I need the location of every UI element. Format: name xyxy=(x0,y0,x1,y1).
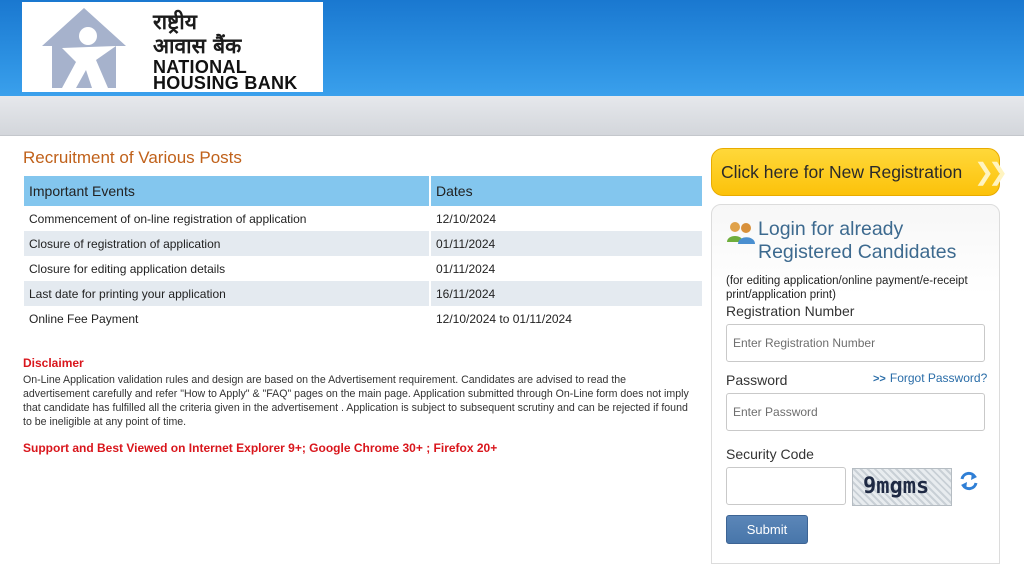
important-events-table: Important Events Dates Commencement of o… xyxy=(24,176,702,331)
event-cell: Last date for printing your application xyxy=(24,281,431,306)
table-row: Closure of registration of application 0… xyxy=(24,231,702,256)
captcha-image: 9mgms xyxy=(852,468,952,506)
new-registration-label: Click here for New Registration xyxy=(721,162,963,182)
disclaimer-title: Disclaimer xyxy=(23,356,84,370)
password-label: Password xyxy=(726,372,788,388)
date-cell: 12/10/2024 xyxy=(430,206,702,231)
double-chevron-right-icon: ❯❯ xyxy=(974,159,1008,186)
column-header-dates: Dates xyxy=(430,176,702,206)
site-header: राष्ट्रीय आवास बैंक NATIONAL HOUSING BAN… xyxy=(0,0,1024,96)
date-cell: 12/10/2024 to 01/11/2024 xyxy=(430,306,702,331)
table-row: Online Fee Payment 12/10/2024 to 01/11/2… xyxy=(24,306,702,331)
column-header-events: Important Events xyxy=(24,176,431,206)
nav-bar xyxy=(0,96,1024,136)
event-cell: Closure for editing application details xyxy=(24,256,431,281)
logo-english-line2: HOUSING BANK xyxy=(153,73,298,93)
refresh-icon[interactable] xyxy=(958,470,980,492)
users-icon xyxy=(727,222,755,244)
event-cell: Online Fee Payment xyxy=(24,306,431,331)
browser-support-note: Support and Best Viewed on Internet Expl… xyxy=(23,441,498,455)
table-row: Closure for editing application details … xyxy=(24,256,702,281)
password-input[interactable] xyxy=(726,393,985,431)
login-note: (for editing application/online payment/… xyxy=(726,275,968,301)
login-heading-line1: Login for already xyxy=(758,218,904,240)
forgot-password-link[interactable]: >> Forgot Password? xyxy=(873,371,987,385)
double-chevron-right-icon: >> xyxy=(873,373,886,385)
forgot-password-label: Forgot Password? xyxy=(889,371,988,385)
disclaimer-text: On-Line Application validation rules and… xyxy=(23,374,689,428)
security-code-label: Security Code xyxy=(726,446,814,462)
logo-hindi-line2: आवास बैंक xyxy=(153,34,242,58)
date-cell: 01/11/2024 xyxy=(430,256,702,281)
event-cell: Closure of registration of application xyxy=(24,231,431,256)
event-cell: Commencement of on-line registration of … xyxy=(24,206,431,231)
nhb-logo[interactable]: राष्ट्रीय आवास बैंक NATIONAL HOUSING BAN… xyxy=(22,2,323,93)
table-row: Commencement of on-line registration of … xyxy=(24,206,702,231)
login-heading-line2: Registered Candidates xyxy=(758,241,957,263)
registration-number-input[interactable] xyxy=(726,324,985,362)
date-cell: 01/11/2024 xyxy=(430,231,702,256)
new-registration-button[interactable]: Click here for New Registration ❯❯ xyxy=(711,148,1008,196)
submit-button[interactable]: Submit xyxy=(726,515,808,544)
page-title: Recruitment of Various Posts xyxy=(23,148,242,167)
table-header-row: Important Events Dates xyxy=(24,176,702,206)
table-row: Last date for printing your application … xyxy=(24,281,702,306)
date-cell: 16/11/2024 xyxy=(430,281,702,306)
security-code-input[interactable] xyxy=(726,467,846,505)
registration-number-label: Registration Number xyxy=(726,303,855,319)
captcha-text: 9mgms xyxy=(863,474,930,499)
house-person-logo-icon xyxy=(42,8,126,88)
